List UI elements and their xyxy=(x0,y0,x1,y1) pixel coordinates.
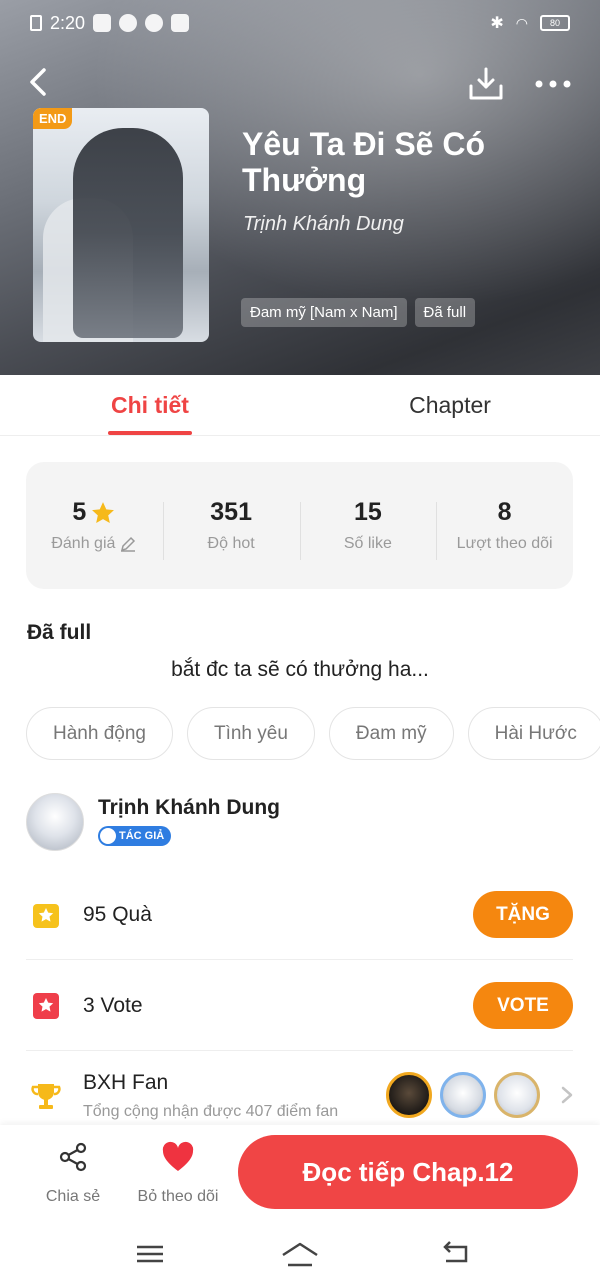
star-icon xyxy=(92,501,115,523)
author-badge: TÁC GIẢ xyxy=(98,825,172,846)
followers-value: 8 xyxy=(497,498,512,526)
gift-button[interactable]: TẶNG xyxy=(473,891,573,938)
battery-icon: 80 xyxy=(540,15,570,31)
unfollow-label: Bỏ theo dõi xyxy=(137,1188,219,1205)
vote-ticket-icon xyxy=(26,986,66,1026)
vote-row: 3 Vote VOTE xyxy=(26,982,573,1029)
fan-avatar[interactable] xyxy=(386,1072,432,1118)
pen-nib-icon xyxy=(100,827,116,844)
gift-row: 95 Quà TẶNG xyxy=(26,891,573,938)
back-icon[interactable] xyxy=(24,66,54,98)
gift-icon xyxy=(26,895,66,935)
tab-details[interactable]: Chi tiết xyxy=(0,375,300,435)
fan-avatar[interactable] xyxy=(440,1072,486,1118)
hot-value: 351 xyxy=(210,498,252,526)
share-icon xyxy=(59,1142,87,1172)
author-card[interactable]: Trịnh Khánh Dung TÁC GIẢ xyxy=(26,793,280,851)
heart-icon xyxy=(162,1141,194,1171)
image-notification-icon xyxy=(171,14,190,32)
completion-status: Đã full xyxy=(27,621,92,644)
vote-button[interactable]: VOTE xyxy=(473,982,573,1029)
app-notification-icon xyxy=(93,14,112,32)
hot-label: Độ hot xyxy=(207,535,255,552)
back-nav-icon[interactable] xyxy=(440,1239,472,1269)
genre-chip[interactable]: Hành động xyxy=(26,707,173,760)
bluetooth-icon: ✱ xyxy=(490,15,504,32)
gift-count: 95 Quà xyxy=(83,902,152,926)
top-fans[interactable] xyxy=(386,1072,540,1118)
stat-rating[interactable]: 5 Đánh giá xyxy=(26,498,163,553)
tab-chapter[interactable]: Chapter xyxy=(300,375,600,435)
vote-count: 3 Vote xyxy=(83,993,143,1017)
sim-icon xyxy=(30,15,42,31)
compass-notification-icon xyxy=(145,14,164,32)
tag-status[interactable]: Đã full xyxy=(414,298,476,327)
wifi-icon: ◠ xyxy=(515,14,528,31)
divider xyxy=(26,959,573,960)
book-title: Yêu Ta Đi Sẽ Có Thưởng xyxy=(242,126,486,198)
menu-icon[interactable] xyxy=(134,1239,166,1269)
author-badge-label: TÁC GIẢ xyxy=(119,829,165,842)
likes-value: 15 xyxy=(353,498,382,526)
share-button[interactable]: Chia sẻ xyxy=(40,1141,106,1206)
author-avatar[interactable] xyxy=(26,793,84,851)
genre-chip[interactable]: Hài Hước xyxy=(467,707,600,760)
genre-chip[interactable]: Đam mỹ xyxy=(328,707,454,760)
chevron-right-icon[interactable] xyxy=(560,1085,574,1105)
book-description[interactable]: bắt đc ta sẽ có thưởng ha... xyxy=(0,658,600,682)
genre-chip[interactable]: Tình yêu xyxy=(186,707,315,760)
share-label: Chia sẻ xyxy=(45,1188,101,1205)
fan-ranking-subtitle: Tổng cộng nhận được 407 điểm fan xyxy=(83,1103,339,1120)
edit-icon[interactable] xyxy=(119,535,137,553)
bottom-action-bar: Chia sẻ Bỏ theo dõi Đọc tiếp Chap.12 xyxy=(0,1125,600,1225)
system-nav-bar xyxy=(0,1225,600,1287)
cover-art-figure xyxy=(73,128,183,338)
divider xyxy=(26,1050,573,1051)
unfollow-button[interactable]: Bỏ theo dõi xyxy=(132,1141,224,1206)
book-author[interactable]: Trịnh Khánh Dung xyxy=(243,213,404,236)
genre-list: Hành động Tình yêu Đam mỹ Hài Hước xyxy=(26,707,600,760)
stats-panel: 5 Đánh giá 351 Độ hot 15 Số like 8 Lượt … xyxy=(26,462,573,589)
book-tags: Đam mỹ [Nam x Nam] Đã full xyxy=(241,298,476,327)
followers-label: Lượt theo dõi xyxy=(456,535,553,552)
fan-avatar[interactable] xyxy=(494,1072,540,1118)
end-badge: END xyxy=(33,108,73,129)
stat-hot: 351 Độ hot xyxy=(162,498,300,560)
tab-bar: Chi tiết Chapter xyxy=(0,375,600,436)
stat-followers: 8 Lượt theo dõi xyxy=(436,498,573,560)
rating-value: 5 xyxy=(72,498,87,526)
continue-reading-button[interactable]: Đọc tiếp Chap.12 xyxy=(238,1135,578,1209)
download-icon[interactable] xyxy=(468,66,504,102)
home-icon[interactable] xyxy=(280,1239,320,1269)
stat-likes: 15 Số like xyxy=(299,498,437,560)
status-bar: 2:20 ✱ ◠ 80 xyxy=(0,0,600,46)
likes-label: Số like xyxy=(343,535,392,552)
book-cover[interactable]: END xyxy=(33,108,209,342)
fan-ranking-title: BXH Fan xyxy=(83,1071,169,1094)
author-name: Trịnh Khánh Dung xyxy=(98,795,280,819)
rating-label: Đánh giá xyxy=(51,535,116,552)
status-time: 2:20 xyxy=(50,12,86,33)
more-options-icon[interactable] xyxy=(533,74,573,94)
trophy-icon xyxy=(26,1077,66,1117)
leaf-notification-icon xyxy=(119,14,138,32)
tag-category[interactable]: Đam mỹ [Nam x Nam] xyxy=(241,298,407,327)
